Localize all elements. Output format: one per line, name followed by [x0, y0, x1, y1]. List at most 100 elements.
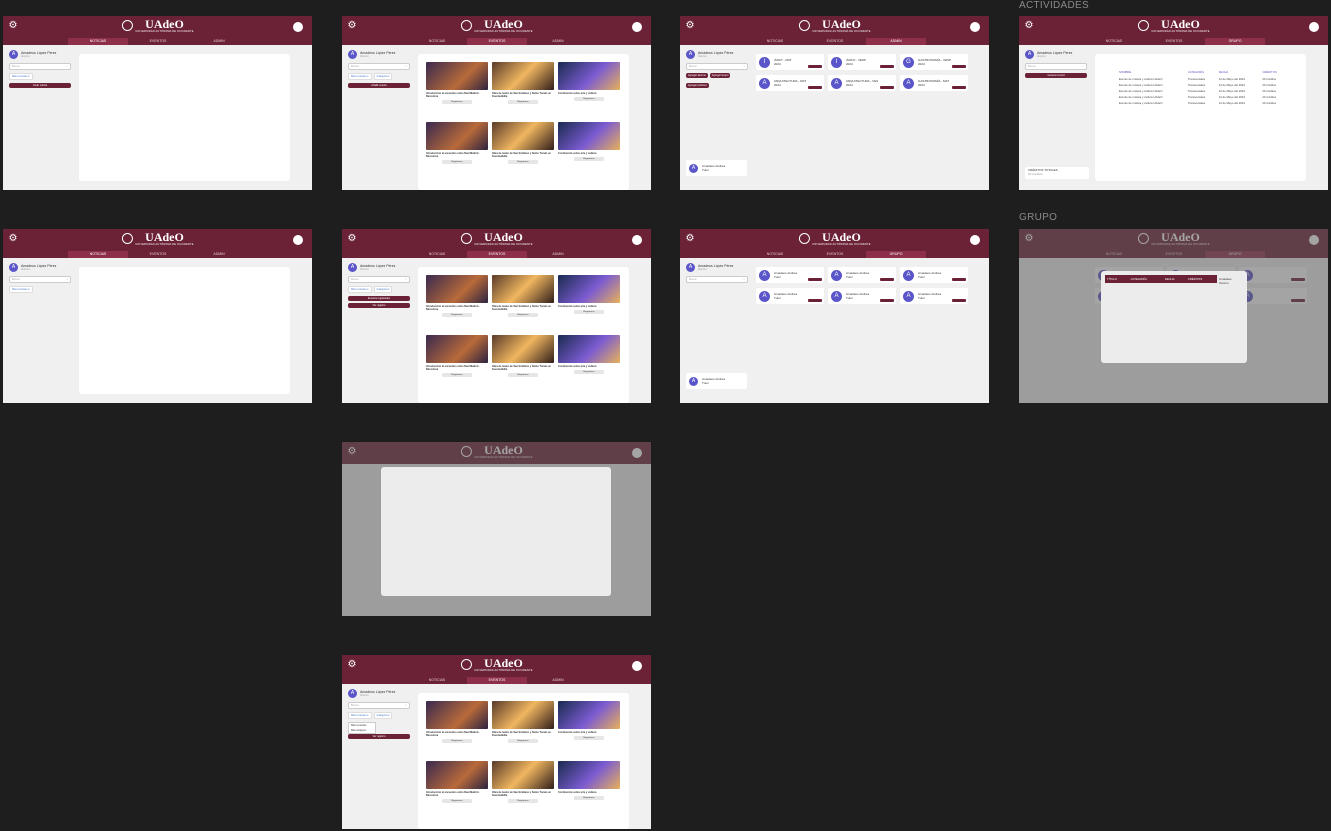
register-button[interactable]: Registrarse [508, 160, 538, 164]
filter-category[interactable]: Categoría ▾ [373, 73, 393, 80]
tab-grupo[interactable]: GRUPO [1205, 38, 1265, 45]
tab-eventos[interactable]: EVENTOS [805, 251, 865, 258]
tab-eventos[interactable]: EVENTOS [805, 38, 865, 45]
tab-noticias[interactable]: NOTICIAS [407, 677, 467, 684]
tab-noticias[interactable]: NOTICIAS [745, 38, 805, 45]
tab-eventos[interactable]: EVENTOS [128, 251, 188, 258]
group-card[interactable]: A ARQUITECTURA - VES 2024 [828, 75, 896, 91]
register-button[interactable]: Registrarse [574, 796, 604, 800]
view-registration-button[interactable]: Ver registro [348, 734, 410, 739]
register-button[interactable]: Registrarse [574, 736, 604, 740]
profile-avatar[interactable] [970, 235, 980, 245]
gear-icon[interactable]: ⚙ [347, 660, 357, 670]
search-input[interactable]: Buscar ⌕ [686, 63, 748, 70]
event-card[interactable]: Conferencia sobre arte y cultura Registra… [558, 761, 620, 817]
event-card[interactable]: Obra de teatro de San Emiliano y Santo T… [492, 335, 554, 391]
filter-category[interactable]: Categoría ▾ [373, 286, 393, 293]
member-badge[interactable] [880, 278, 894, 281]
tab-noticias[interactable]: NOTICIAS [1084, 38, 1144, 45]
register-button[interactable]: Registrarse [574, 310, 604, 314]
event-card[interactable]: Obra de teatro de San Emiliano y Santo T… [492, 701, 554, 757]
group-badge[interactable] [952, 86, 966, 89]
gear-icon[interactable]: ⚙ [1024, 21, 1034, 31]
event-card[interactable]: Obra de teatro de San Emiliano y Santo T… [492, 275, 554, 331]
gear-icon[interactable]: ⚙ [347, 234, 357, 244]
gear-icon[interactable]: ⚙ [8, 21, 18, 31]
tab-admin[interactable]: ADMIN [528, 677, 588, 684]
group-badge[interactable] [880, 86, 894, 89]
profile-avatar[interactable] [632, 235, 642, 245]
search-input[interactable]: Buscar ⌕ [9, 63, 71, 70]
event-card[interactable]: Introducción al encuentro entre Real Mad… [426, 701, 488, 757]
register-button[interactable]: Registrarse [442, 373, 472, 377]
member-badge[interactable] [952, 299, 966, 302]
register-button[interactable]: Registrarse [442, 799, 472, 803]
member-card[interactable]: A Amadeus Andrea Tutor [828, 288, 896, 304]
search-input[interactable]: Buscar ⌕ [348, 276, 410, 283]
event-card[interactable]: Introducción al encuentro entre Real Mad… [426, 335, 488, 391]
member-card[interactable]: A Amadeus Andrea Tutor [900, 288, 968, 304]
tutor-card[interactable]: A Amadeus Andrea Tutor [686, 160, 747, 176]
filter-latest[interactable]: Más recientes ▾ [9, 286, 33, 293]
member-badge[interactable] [808, 299, 822, 302]
add-event-button[interactable]: Añadir evento [348, 83, 410, 88]
tab-noticias[interactable]: NOTICIAS [745, 251, 805, 258]
group-badge[interactable] [880, 65, 894, 68]
event-card[interactable]: Introducción al encuentro entre Real Mad… [426, 122, 488, 178]
search-input[interactable]: Buscar ⌕ [348, 63, 410, 70]
search-input[interactable]: Buscar ⌕ [9, 276, 71, 283]
event-card[interactable]: Conferencia sobre arte y cultura Registra… [558, 335, 620, 391]
member-card[interactable]: A Amadeus Andrea Tutor [900, 267, 968, 283]
event-card[interactable]: Conferencia sobre arte y cultura Registra… [558, 62, 620, 118]
register-button[interactable]: Registrarse [574, 370, 604, 374]
add-group-button[interactable]: Agregar Grupo [709, 73, 731, 78]
tab-admin[interactable]: ADMIN [189, 38, 249, 45]
search-input[interactable]: Buscar ⌕ [1025, 63, 1087, 70]
member-card[interactable]: A Amadeus Andrea Tutor [756, 288, 824, 304]
register-button[interactable]: Registrarse [508, 313, 538, 317]
dropdown-option[interactable]: Más antiguos [351, 728, 375, 733]
profile-avatar[interactable] [970, 22, 980, 32]
gear-icon[interactable]: ⚙ [685, 21, 695, 31]
event-card[interactable]: Conferencia sobre arte y cultura Registra… [558, 122, 620, 178]
register-button[interactable]: Registrarse [442, 160, 472, 164]
gear-icon[interactable]: ⚙ [8, 234, 18, 244]
filter-latest[interactable]: Más recientes ▾ [348, 286, 372, 293]
group-badge[interactable] [952, 65, 966, 68]
register-button[interactable]: Registrarse [508, 739, 538, 743]
member-badge[interactable] [952, 278, 966, 281]
tab-admin[interactable]: ADMIN [189, 251, 249, 258]
view-registration-button[interactable]: Ver registro [348, 303, 410, 308]
member-badge[interactable] [880, 299, 894, 302]
profile-avatar[interactable] [632, 661, 642, 671]
tab-noticias[interactable]: NOTICIAS [407, 251, 467, 258]
group-badge[interactable] [808, 86, 822, 89]
filter-latest[interactable]: Más recientes ▾ [9, 73, 33, 80]
group-badge[interactable] [808, 65, 822, 68]
tab-eventos[interactable]: EVENTOS [128, 38, 188, 45]
filter-latest[interactable]: Más recientes ▾ [348, 73, 372, 80]
register-button[interactable]: Registrarse [574, 97, 604, 101]
register-button[interactable]: Registrarse [442, 313, 472, 317]
event-card[interactable]: Obra de teatro de San Emiliano y Santo T… [492, 761, 554, 817]
add-professor-button[interactable]: Agregar profesor [686, 83, 709, 88]
tab-admin[interactable]: ADMIN [528, 251, 588, 258]
gear-icon[interactable]: ⚙ [685, 234, 695, 244]
profile-avatar[interactable] [632, 22, 642, 32]
profile-avatar[interactable] [293, 235, 303, 245]
tab-eventos[interactable]: EVENTOS [467, 677, 527, 684]
register-button[interactable]: Registrarse [574, 157, 604, 161]
event-card[interactable]: Conferencia sobre arte y cultura Registra… [558, 275, 620, 331]
event-card[interactable]: Conferencia sobre arte y cultura Registra… [558, 701, 620, 757]
tutor-card[interactable]: A Amadeus Andrea Tutor [686, 373, 747, 389]
tab-eventos[interactable]: EVENTOS [467, 38, 527, 45]
group-card[interactable]: I ISOFT - MAT 2024 [756, 54, 824, 70]
registered-events-button[interactable]: Eventos registrados [348, 296, 410, 301]
group-card[interactable]: G GASTRONOMÍA - VESP 2024 [900, 54, 968, 70]
register-button[interactable]: Registrarse [508, 373, 538, 377]
group-card[interactable]: A GASTRONOMÍA - MAT 2024 [900, 75, 968, 91]
event-card[interactable]: Obra de teatro de San Emiliano y Santo T… [492, 62, 554, 118]
member-badge[interactable] [808, 278, 822, 281]
tab-noticias[interactable]: NOTICIAS [407, 38, 467, 45]
profile-avatar[interactable] [293, 22, 303, 32]
